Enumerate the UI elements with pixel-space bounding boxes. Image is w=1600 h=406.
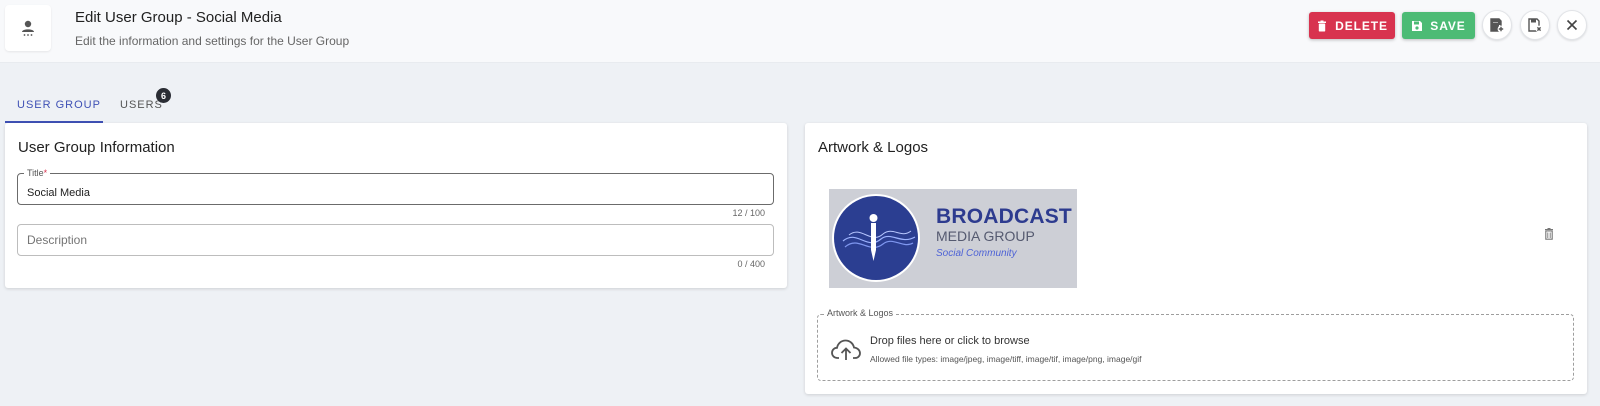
dropzone-allowed-types: Allowed file types: image/jpeg, image/ti… bbox=[870, 354, 1142, 364]
trash-icon bbox=[1318, 20, 1327, 31]
file-dropzone[interactable]: Artwork & Logos Drop files here or click… bbox=[817, 308, 1574, 381]
close-icon bbox=[1566, 19, 1578, 31]
delete-button[interactable]: DELETE bbox=[1309, 12, 1395, 39]
save-button[interactable]: SAVE bbox=[1402, 12, 1475, 39]
save-and-new-button[interactable] bbox=[1482, 10, 1512, 40]
logo-text-media-group: MEDIA GROUP bbox=[936, 228, 1035, 244]
title-char-counter: 12 / 100 bbox=[732, 208, 765, 218]
users-count-badge: 6 bbox=[156, 88, 171, 103]
title-input[interactable] bbox=[27, 174, 762, 204]
page-title: Edit User Group - Social Media bbox=[75, 9, 282, 26]
save-close-icon bbox=[1528, 18, 1543, 33]
logo-text-social-community: Social Community bbox=[936, 248, 1017, 259]
page-subtitle: Edit the information and settings for th… bbox=[75, 34, 350, 48]
description-field bbox=[17, 224, 774, 256]
user-icon bbox=[22, 20, 34, 36]
cloud-upload-icon bbox=[831, 339, 861, 360]
broadcast-logo-emblem bbox=[832, 194, 920, 282]
page-header: Edit User Group - Social Media Edit the … bbox=[0, 0, 1600, 63]
artwork-logos-card: Artwork & Logos BROADCAST MEDIA GROUP So… bbox=[805, 123, 1587, 394]
dropzone-instructions: Drop files here or click to browse bbox=[870, 335, 1030, 347]
save-add-icon bbox=[1490, 18, 1505, 33]
save-button-label: SAVE bbox=[1430, 18, 1466, 33]
description-input[interactable] bbox=[27, 225, 762, 255]
logo-text-broadcast: BROADCAST bbox=[936, 205, 1072, 228]
close-button[interactable] bbox=[1557, 10, 1587, 40]
card-title: Artwork & Logos bbox=[818, 139, 929, 156]
delete-button-label: DELETE bbox=[1335, 18, 1388, 33]
user-group-info-card: User Group Information Title* 12 / 100 0… bbox=[5, 123, 787, 288]
title-field: Title* bbox=[17, 168, 774, 205]
description-char-counter: 0 / 400 bbox=[737, 259, 765, 269]
tab-users[interactable]: USERS bbox=[120, 99, 163, 111]
user-group-avatar bbox=[5, 5, 51, 51]
save-and-close-button[interactable] bbox=[1520, 10, 1550, 40]
tab-user-group[interactable]: USER GROUP bbox=[17, 99, 101, 111]
dropzone-legend: Artwork & Logos bbox=[824, 308, 897, 318]
floppy-disk-icon bbox=[1412, 20, 1423, 31]
uploaded-logo-image: BROADCAST MEDIA GROUP Social Community bbox=[829, 189, 1077, 288]
card-title: User Group Information bbox=[18, 139, 175, 156]
delete-logo-icon[interactable] bbox=[1542, 227, 1556, 241]
